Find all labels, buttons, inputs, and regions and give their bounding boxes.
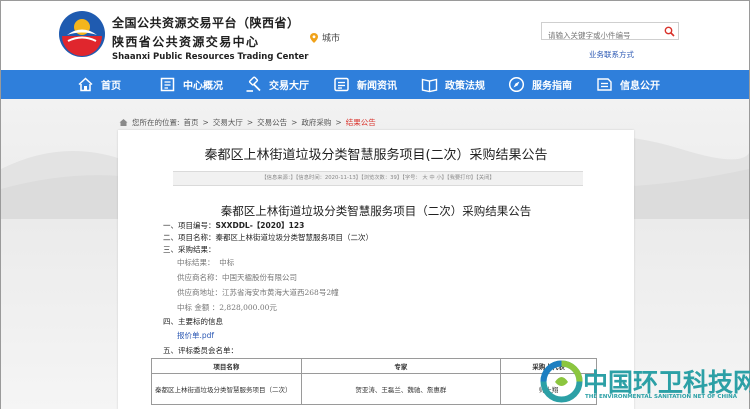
home-icon: [78, 77, 93, 92]
table-row: 秦都区上林街道垃圾分类智慧服务项目（二次） 贺亚涛、王磊兰、魏驰、詹惠群 师上翔: [151, 373, 597, 405]
table-cell-experts: 贺亚涛、王磊兰、魏驰、詹惠群: [300, 373, 502, 405]
attachment-link[interactable]: 报价单.pdf: [177, 330, 214, 341]
project-number-value: SXXDDL-【2020】123: [215, 221, 305, 230]
logo-title-cn: 全国公共资源交易平台（陕西省）: [112, 16, 300, 30]
book-icon: [421, 78, 438, 93]
bid-amount-value: 2,828,000.00元: [219, 303, 277, 312]
committee-heading: 五、评标委员会名单：: [163, 346, 238, 355]
project-name-row: 二、项目名称：秦都区上林街道垃圾分类智慧服务项目（二次）: [163, 232, 373, 243]
site-header: 全国公共资源交易平台（陕西省） 陕西省公共资源交易中心 Shaanxi Publ…: [1, 1, 749, 70]
building-icon: [160, 77, 175, 92]
bid-amount-row: 中标 金额 ：2,828,000.00元: [177, 302, 277, 313]
nav-label: 交易大厅: [269, 81, 309, 92]
table-cell-project: 秦都区上林街道垃圾分类智慧服务项目（二次）: [151, 373, 302, 405]
supplier-name-label: 供应商名称：: [177, 273, 222, 282]
search-input[interactable]: [542, 27, 658, 44]
nav-item-policy[interactable]: 政策法规: [421, 76, 485, 93]
project-name-value: 秦都区上林街道垃圾分类智慧服务项目（二次）: [215, 233, 374, 242]
bid-amount-label: 中标 金额 ：: [177, 303, 220, 312]
info-icon: [597, 78, 612, 91]
supplier-address-label: 供应商地址：: [177, 288, 222, 297]
watermark-subtitle: THE ENVIRONMENTAL SANITATION NET OF CHIN…: [585, 394, 737, 400]
nav-item-news[interactable]: 新闻资讯: [333, 76, 397, 93]
watermark: 中国环卫科技网 THE ENVIRONMENTAL SANITATION NET…: [539, 359, 750, 409]
nav-item-info-public[interactable]: 信息公开: [596, 76, 660, 93]
breadcrumb: 您所在的位置: 首页 > 交易大厅 > 交易公告 > 政府采购 > 结果公告: [119, 117, 376, 128]
breadcrumb-prefix: 您所在的位置:: [132, 118, 180, 127]
logo-text[interactable]: 全国公共资源交易平台（陕西省） 陕西省公共资源交易中心 Shaanxi Publ…: [112, 14, 308, 62]
breadcrumb-sep: >: [246, 118, 254, 127]
project-number-row: 一、项目编号：SXXDDL-【2020】123: [163, 220, 304, 231]
compass-icon: [508, 76, 525, 93]
supplier-address-row: 供应商地址：江苏省海安市黄海大道西268号2幢: [177, 287, 339, 298]
logo-title-en: Shaanxi Public Resources Trading Center: [112, 52, 309, 62]
breadcrumb-current[interactable]: 结果公告: [346, 117, 376, 128]
logo-icon[interactable]: [58, 10, 106, 58]
table-header: 专家: [300, 358, 502, 374]
nav-label: 政策法规: [445, 81, 485, 92]
home-icon: [119, 119, 128, 126]
supplier-name-row: 供应商名称：中国天楹股份有限公司: [177, 272, 297, 283]
result-value: 中标: [219, 258, 235, 267]
breadcrumb-sep: >: [202, 118, 209, 127]
nav-label: 新闻资讯: [357, 81, 397, 92]
location-pin-icon: [310, 32, 318, 43]
breadcrumb-gov-procurement[interactable]: 政府采购: [301, 117, 331, 128]
supplier-address-value: 江苏省海安市黄海大道西268号2幢: [222, 288, 339, 297]
nav-label: 信息公开: [620, 81, 660, 92]
project-number-label: 一、项目编号：: [163, 221, 216, 230]
breadcrumb-sep: >: [335, 118, 342, 127]
city-label: 城市: [322, 34, 341, 44]
main-nav: 首页 中心概况 交易大厅 新闻资讯 政策法规 服务指南 信息公开: [1, 70, 749, 99]
service-contact-link[interactable]: 业务联系方式: [589, 49, 634, 60]
document-title: 秦都区上林街道垃圾分类智慧服务项目（二次）采购结果公告: [220, 204, 532, 218]
procurement-result-heading: 三、采购结果：: [163, 245, 216, 254]
result-row: 中标结果： 中标: [177, 257, 234, 268]
nav-item-trading-hall[interactable]: 交易大厅: [245, 76, 309, 93]
supplier-name-value: 中国天楹股份有限公司: [222, 273, 297, 282]
search-box: [541, 22, 679, 44]
breadcrumb-home[interactable]: 首页: [184, 117, 199, 128]
search-icon[interactable]: [664, 26, 675, 37]
committee-table: 项目名称 专家 采购人代表 秦都区上林街道垃圾分类智慧服务项目（二次） 贺亚涛、…: [151, 358, 597, 405]
nav-label: 服务指南: [532, 81, 572, 92]
table-header-row: 项目名称 专家 采购人代表: [151, 358, 597, 374]
project-name-label: 二、项目名称：: [163, 233, 216, 242]
breadcrumb-notices[interactable]: 交易公告: [257, 117, 287, 128]
breadcrumb-trading-hall[interactable]: 交易大厅: [213, 117, 243, 128]
table-header: 项目名称: [151, 358, 302, 374]
article-title: 秦都区上林街道垃圾分类智慧服务项目(二次）采购结果公告: [204, 148, 548, 163]
result-label: 中标结果：: [177, 258, 215, 267]
breadcrumb-sep: >: [291, 118, 298, 127]
gavel-icon: [246, 76, 261, 92]
news-icon: [334, 77, 349, 92]
nav-item-center-overview[interactable]: 中心概况: [159, 76, 223, 93]
main-subject-heading: 四、主要标的信息: [163, 317, 223, 326]
city-selector[interactable]: 城市: [310, 31, 340, 44]
nav-item-service-guide[interactable]: 服务指南: [508, 76, 572, 93]
nav-item-home[interactable]: 首页: [77, 76, 121, 93]
nav-label: 中心概况: [183, 81, 223, 92]
logo-subtitle-cn: 陕西省公共资源交易中心: [112, 35, 260, 49]
nav-label: 首页: [101, 81, 121, 92]
article-meta-bar[interactable]: 【信息来源：】【信息时间：2020-11-13】【浏览次数：39】【字号： 大 …: [173, 171, 583, 186]
recycle-logo-icon: [540, 360, 583, 403]
